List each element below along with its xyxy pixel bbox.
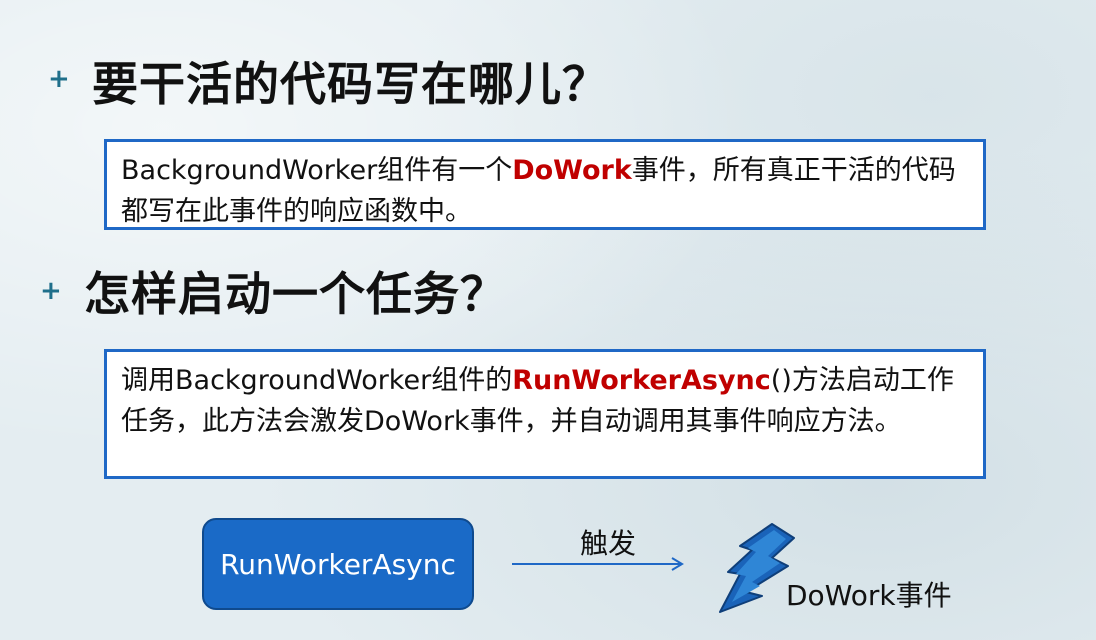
box2-text-part1: 调用 (121, 365, 175, 396)
dowork-event-label-cn: 事件 (895, 579, 952, 612)
box2-text-part3: 组件的 (431, 365, 513, 396)
runworkerasync-button-label: RunWorkerAsync (220, 547, 456, 581)
box2-text-part6: DoWork (364, 406, 470, 437)
runworkerasync-button: RunWorkerAsync (202, 518, 474, 610)
box2-text-part4: () (770, 365, 792, 396)
runworkerasync-highlight: RunWorkerAsync (512, 365, 771, 396)
bullet-plus-1: + (48, 64, 70, 94)
heading-where-code: 要干活的代码写在哪儿？ (92, 57, 609, 111)
heading-start-task: 怎样启动一个任务？ (84, 267, 507, 321)
dowork-event-label-latin: DoWork (786, 579, 896, 612)
info-box-dowork: BackgroundWorker组件有一个DoWork事件，所有真正干活的代码都… (104, 139, 986, 230)
box2-text-part2: BackgroundWorker (175, 365, 432, 396)
dowork-event-label: DoWork事件 (786, 574, 952, 614)
info-box-runworkerasync: 调用BackgroundWorker组件的RunWorkerAsync()方法启… (104, 349, 986, 479)
box1-text-part2: 组件有一个 (377, 155, 513, 186)
trigger-arrow-icon (512, 557, 684, 571)
box1-text-part1: BackgroundWorker (121, 155, 378, 186)
dowork-highlight: DoWork (512, 155, 632, 186)
box2-text-part7: 事件，并自动调用其事件响应方法。 (469, 406, 902, 437)
bullet-plus-2: + (40, 276, 62, 306)
